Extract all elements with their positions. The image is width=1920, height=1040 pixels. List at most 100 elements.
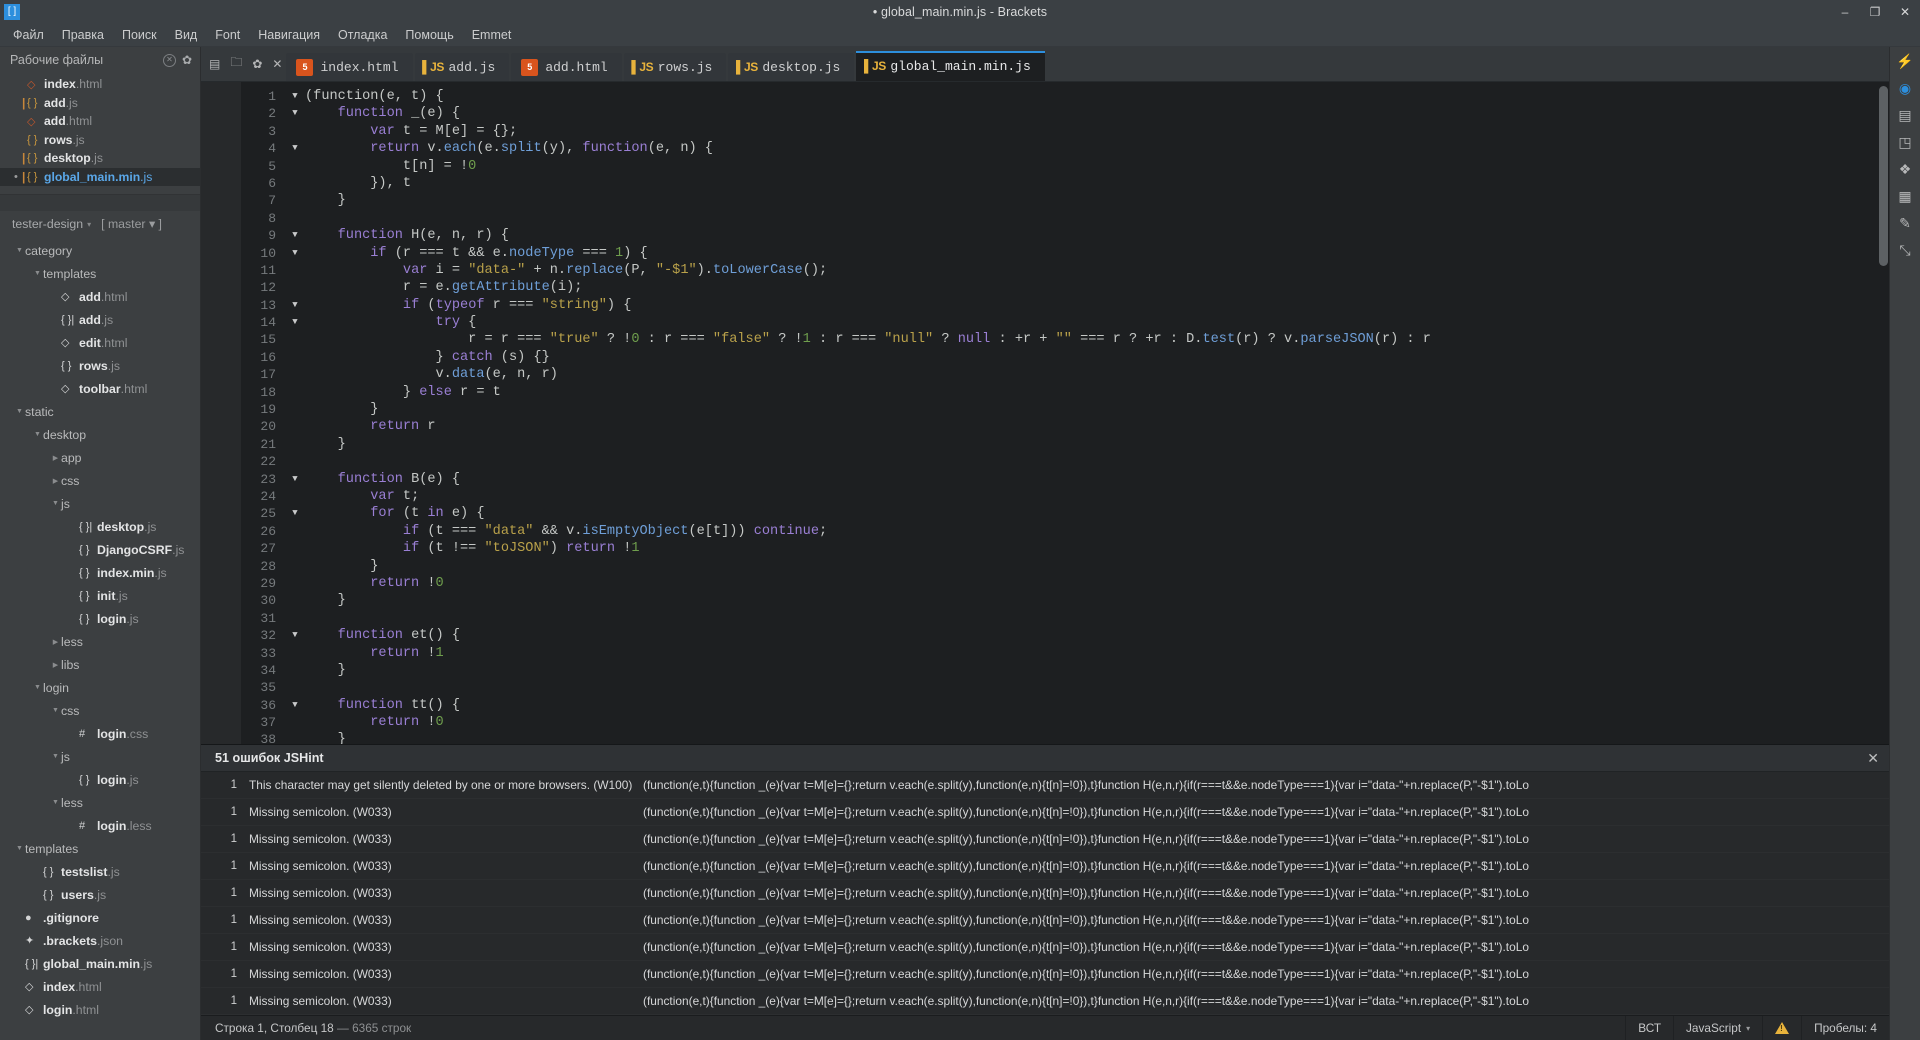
circle-x-icon[interactable]: ✕ (163, 54, 176, 67)
tree-file[interactable]: ▶◇index.html (0, 975, 200, 998)
chevron-right-icon[interactable]: ▶ (50, 638, 61, 646)
close-icon[interactable]: ✕ (1867, 750, 1879, 767)
snippets-icon[interactable]: ✎ (1899, 216, 1911, 230)
tree-file[interactable]: ▶◇login.html (0, 998, 200, 1021)
code-fold-toggle[interactable] (285, 418, 305, 435)
tab-rows-js[interactable]: JSrows.js (624, 53, 727, 81)
tab-add-js[interactable]: JSadd.js (415, 53, 510, 81)
beautify-icon[interactable]: ❖ (1899, 162, 1912, 176)
code-fold-toggle[interactable] (285, 436, 305, 453)
code-fold-toggle[interactable]: ▼ (285, 88, 305, 105)
tree-file[interactable]: ▶◇toolbar.html (0, 377, 200, 400)
code-fold-toggle[interactable] (285, 366, 305, 383)
code-fold-toggle[interactable]: ▼ (285, 627, 305, 644)
chevron-down-icon[interactable]: ▼ (14, 408, 25, 415)
jshint-result-row[interactable]: 1Missing semicolon. (W033)(function(e,t)… (201, 934, 1889, 961)
jshint-result-row[interactable]: 1Missing semicolon. (W033)(function(e,t)… (201, 853, 1889, 880)
tree-folder[interactable]: ▶less (0, 630, 200, 653)
chevron-down-icon[interactable]: ▼ (50, 799, 61, 806)
live-preview-icon[interactable]: ⚡ (1896, 54, 1913, 68)
code-fold-toggle[interactable]: ▼ (285, 471, 305, 488)
chevron-right-icon[interactable]: ▶ (50, 454, 61, 462)
chevron-down-icon[interactable]: ▼ (14, 247, 25, 254)
tree-folder[interactable]: ▼less (0, 791, 200, 814)
tab-add-html[interactable]: 5add.html (511, 53, 621, 81)
code-fold-toggle[interactable] (285, 349, 305, 366)
tree-file[interactable]: ▶{ }init.js (0, 584, 200, 607)
code-fold-toggle[interactable] (285, 731, 305, 744)
close-button[interactable]: ✕ (1890, 0, 1920, 24)
code-fold-toggle[interactable] (285, 401, 305, 418)
code-fold-toggle[interactable]: ▼ (285, 227, 305, 244)
theme-icon[interactable]: ◳ (1898, 135, 1911, 149)
code-fold-toggle[interactable] (285, 592, 305, 609)
menu-file[interactable]: Файл (4, 26, 53, 44)
chevron-right-icon[interactable]: ▶ (50, 477, 61, 485)
sidebar-resizer[interactable] (0, 195, 200, 211)
editor-vertical-scrollbar[interactable] (1879, 86, 1888, 266)
tab-index-html[interactable]: 5index.html (286, 53, 412, 81)
minifier-icon[interactable]: ⤡ (1899, 243, 1910, 257)
indent-setting[interactable]: Пробелы: 4 (1801, 1016, 1889, 1040)
code-fold-toggle[interactable]: ▼ (285, 245, 305, 262)
tab-global-main-min-js[interactable]: JSglobal_main.min.js (856, 51, 1044, 81)
folder-icon[interactable]: 🗀 (230, 53, 242, 74)
tree-file[interactable]: ▶{ }DjangoCSRF.js (0, 538, 200, 561)
code-fold-toggle[interactable] (285, 488, 305, 505)
tree-file[interactable]: ▶✦.brackets.json (0, 929, 200, 952)
chevron-down-icon[interactable]: ▼ (14, 845, 25, 852)
git-branch-label[interactable]: [ master ▾ ] (101, 217, 162, 231)
cursor-position[interactable]: Строка 1, Столбец 18 — 6365 строк (201, 1021, 1625, 1035)
jshint-result-row[interactable]: 1Missing semicolon. (W033)(function(e,t)… (201, 907, 1889, 934)
working-file-item[interactable]: ◇index.html (0, 75, 200, 94)
working-file-item[interactable]: |{ }add.js (0, 94, 200, 113)
tree-folder[interactable]: ▼static (0, 400, 200, 423)
tree-file[interactable]: ▶{ }users.js (0, 883, 200, 906)
minimize-button[interactable]: – (1830, 0, 1860, 24)
code-fold-toggle[interactable] (285, 540, 305, 557)
tree-file[interactable]: ▶#login.css (0, 722, 200, 745)
code-fold-toggle[interactable] (285, 558, 305, 575)
tree-file[interactable]: ▶◇edit.html (0, 331, 200, 354)
tree-file[interactable]: ▶{ }|global_main.min.js (0, 952, 200, 975)
code-fold-toggle[interactable]: ▼ (285, 140, 305, 157)
code-fold-toggle[interactable]: ▼ (285, 505, 305, 522)
tree-folder[interactable]: ▼templates (0, 262, 200, 285)
gear-icon[interactable]: ✿ (182, 53, 192, 67)
code-fold-toggle[interactable] (285, 610, 305, 627)
chevron-down-icon[interactable]: ▼ (50, 753, 61, 760)
chevron-down-icon[interactable]: ▼ (32, 270, 43, 277)
menu-help[interactable]: Помощь (396, 26, 462, 44)
code-fold-toggle[interactable] (285, 331, 305, 348)
jshint-result-row[interactable]: 1Missing semicolon. (W033)(function(e,t)… (201, 826, 1889, 853)
jshint-result-row[interactable]: 1Missing semicolon. (W033)(function(e,t)… (201, 880, 1889, 907)
chevron-down-icon[interactable]: ▼ (32, 431, 43, 438)
chevron-right-icon[interactable]: ▶ (50, 661, 61, 669)
tree-file[interactable]: ▶{ }rows.js (0, 354, 200, 377)
code-fold-toggle[interactable] (285, 645, 305, 662)
code-editor[interactable]: 1▼(function(e, t) {2▼ function _(e) {3 v… (241, 82, 1889, 744)
lint-status-button[interactable] (1762, 1016, 1801, 1040)
working-file-item[interactable]: { }rows.js (0, 131, 200, 150)
menu-navigate[interactable]: Навигация (249, 26, 329, 44)
tree-file[interactable]: ▶{ }|desktop.js (0, 515, 200, 538)
split-view-icon[interactable]: ▤ (209, 57, 220, 71)
jshint-result-row[interactable]: 1Missing semicolon. (W033)(function(e,t)… (201, 961, 1889, 988)
menu-view[interactable]: Вид (166, 26, 207, 44)
tree-folder[interactable]: ▼css (0, 699, 200, 722)
tree-folder[interactable]: ▼login (0, 676, 200, 699)
code-fold-toggle[interactable]: ▼ (285, 297, 305, 314)
code-fold-toggle[interactable] (285, 175, 305, 192)
code-fold-toggle[interactable] (285, 158, 305, 175)
tree-file[interactable]: ▶{ }login.js (0, 768, 200, 791)
menu-edit[interactable]: Правка (53, 26, 113, 44)
working-file-item[interactable]: ◇add.html (0, 112, 200, 131)
chevron-down-icon[interactable]: ▼ (32, 684, 43, 691)
tree-file[interactable]: ▶#login.less (0, 814, 200, 837)
code-fold-toggle[interactable] (285, 714, 305, 731)
tree-folder[interactable]: ▼js (0, 745, 200, 768)
extension-manager-icon[interactable]: ▤ (1898, 108, 1911, 122)
menu-emmet[interactable]: Emmet (463, 26, 521, 44)
tree-file[interactable]: ▶{ }|add.js (0, 308, 200, 331)
tree-folder[interactable]: ▶css (0, 469, 200, 492)
